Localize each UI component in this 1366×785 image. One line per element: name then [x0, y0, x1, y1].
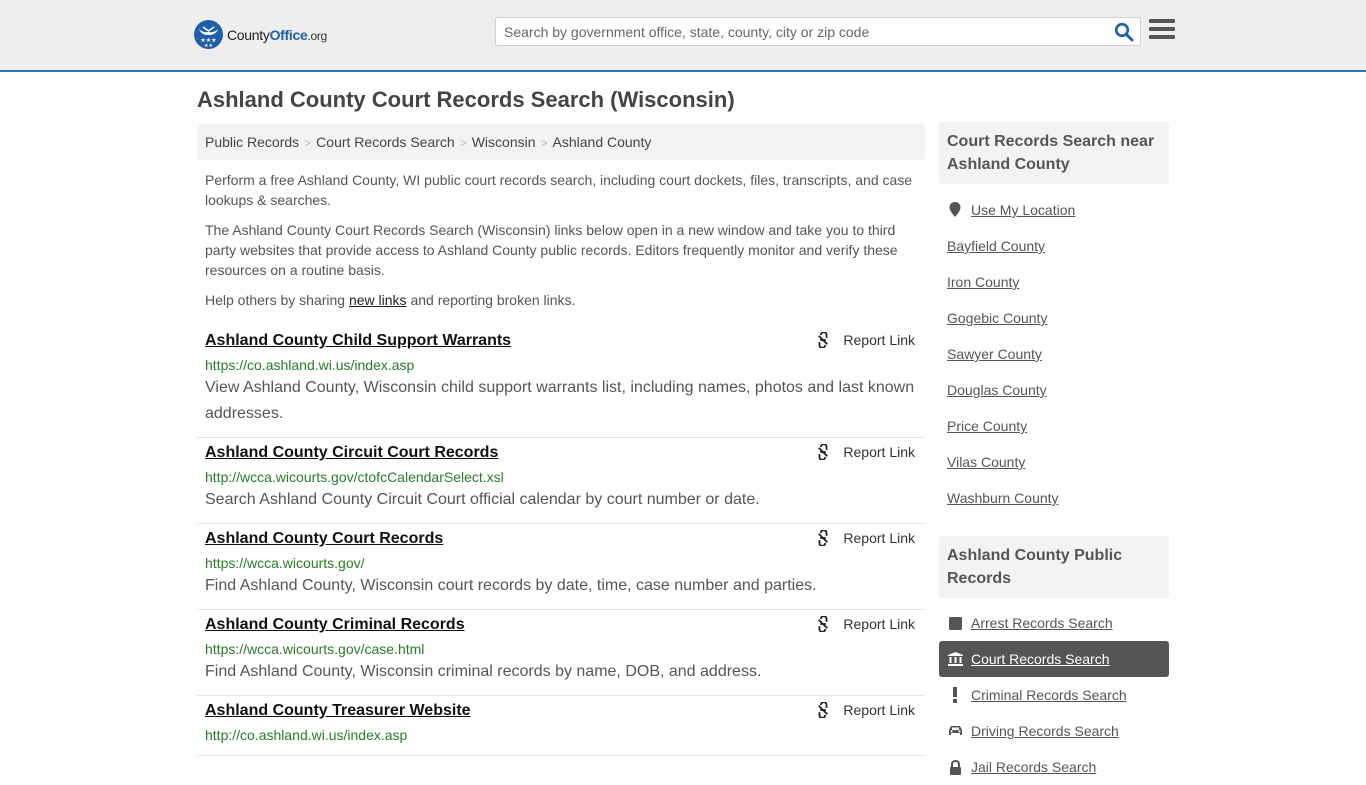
svg-text:★★: ★★: [204, 43, 213, 49]
search-box: [495, 17, 1141, 46]
intro-text: Perform a free Ashland County, WI public…: [205, 170, 920, 320]
result-description: Find Ashland County, Wisconsin criminal …: [205, 663, 762, 680]
hamburger-menu-button[interactable]: [1149, 19, 1175, 43]
map-marker-icon: [947, 202, 963, 218]
broken-link-icon: [818, 332, 829, 348]
breadcrumb-wisconsin[interactable]: Wisconsin: [472, 134, 536, 150]
breadcrumb-ashland-county[interactable]: Ashland County: [553, 134, 652, 150]
report-link-button[interactable]: Report Link: [815, 332, 915, 348]
sidebar-item-arrest-records[interactable]: Arrest Records Search: [939, 605, 1169, 641]
menu-bar-icon: [1149, 27, 1175, 31]
nearby-county-item[interactable]: Douglas County: [939, 372, 1169, 408]
new-links-link[interactable]: new links: [349, 292, 407, 308]
nearby-county-item[interactable]: Iron County: [939, 264, 1169, 300]
result-item: Ashland County Circuit Court Records Rep…: [197, 438, 925, 524]
site-logo[interactable]: ★★★ ★★ CountyOffice.org: [194, 20, 327, 49]
broken-link-icon: [818, 444, 829, 460]
sidebar-item-jail-records[interactable]: Jail Records Search: [939, 749, 1169, 785]
site-header: ★★★ ★★ CountyOffice.org: [0, 0, 1366, 72]
search-icon: [1114, 22, 1134, 42]
search-button[interactable]: [1114, 22, 1134, 42]
breadcrumb-separator: >: [304, 136, 312, 150]
result-item: Ashland County Treasurer Website Report …: [197, 696, 925, 756]
public-records-heading: Ashland County Public Records: [939, 536, 1169, 598]
nearby-county-link[interactable]: Douglas County: [947, 382, 1047, 398]
breadcrumb-public-records[interactable]: Public Records: [205, 134, 299, 150]
sidebar-item-driving-records[interactable]: Driving Records Search: [939, 713, 1169, 749]
broken-link-icon: [818, 530, 829, 546]
nearby-county-item[interactable]: Vilas County: [939, 444, 1169, 480]
car-icon: [947, 723, 963, 739]
sidebar-item-criminal-records[interactable]: Criminal Records Search: [939, 677, 1169, 713]
nearby-county-item[interactable]: Washburn County: [939, 480, 1169, 516]
result-url: http://co.ashland.wi.us/index.asp: [205, 727, 408, 743]
use-my-location-link[interactable]: Use My Location: [971, 202, 1075, 218]
result-url: https://wcca.wicourts.gov/: [205, 555, 365, 571]
nearby-county-link[interactable]: Price County: [947, 418, 1027, 434]
result-title-link[interactable]: Ashland County Circuit Court Records: [205, 442, 498, 464]
nearby-list: Use My Location Bayfield County Iron Cou…: [939, 192, 1169, 516]
nearby-county-link[interactable]: Washburn County: [947, 490, 1059, 506]
breadcrumb-separator: >: [540, 136, 548, 150]
breadcrumb-separator: >: [459, 136, 467, 150]
result-title-link[interactable]: Ashland County Child Support Warrants: [205, 330, 511, 352]
intro-paragraph-1: Perform a free Ashland County, WI public…: [205, 172, 913, 208]
result-url: https://wcca.wicourts.gov/case.html: [205, 641, 425, 657]
nearby-county-link[interactable]: Sawyer County: [947, 346, 1042, 362]
result-title-link[interactable]: Ashland County Treasurer Website: [205, 700, 471, 722]
nearby-county-link[interactable]: Gogebic County: [947, 310, 1047, 326]
public-records-list: Arrest Records Search Court Records Sear…: [939, 605, 1169, 785]
broken-link-icon: [818, 702, 829, 718]
result-item: Ashland County Child Support Warrants Re…: [197, 326, 925, 438]
nearby-county-item[interactable]: Sawyer County: [939, 336, 1169, 372]
nearby-county-link[interactable]: Bayfield County: [947, 238, 1045, 254]
intro-paragraph-2: The Ashland County Court Records Search …: [205, 222, 898, 278]
use-my-location-item[interactable]: Use My Location: [939, 192, 1169, 228]
nearby-county-item[interactable]: Bayfield County: [939, 228, 1169, 264]
result-item: Ashland County Criminal Records Report L…: [197, 610, 925, 696]
square-icon: [947, 615, 963, 631]
result-description: Search Ashland County Circuit Court offi…: [205, 491, 760, 508]
menu-bar-icon: [1149, 35, 1175, 39]
menu-bar-icon: [1149, 19, 1175, 23]
report-link-button[interactable]: Report Link: [815, 702, 915, 718]
nearby-county-link[interactable]: Vilas County: [947, 454, 1025, 470]
report-link-button[interactable]: Report Link: [815, 444, 915, 460]
sidebar-item-court-records[interactable]: Court Records Search: [939, 641, 1169, 677]
breadcrumb-court-records-search[interactable]: Court Records Search: [316, 134, 455, 150]
report-link-button[interactable]: Report Link: [815, 616, 915, 632]
logo-badge-icon: ★★★ ★★: [194, 20, 223, 49]
result-url: http://wcca.wicourts.gov/ctofcCalendarSe…: [205, 469, 504, 485]
nearby-county-item[interactable]: Price County: [939, 408, 1169, 444]
results-list: Ashland County Child Support Warrants Re…: [197, 326, 925, 756]
result-description: Find Ashland County, Wisconsin court rec…: [205, 577, 817, 594]
result-title-link[interactable]: Ashland County Court Records: [205, 528, 443, 550]
breadcrumb: Public Records > Court Records Search > Wisc…: [197, 124, 925, 160]
nearby-county-item[interactable]: Gogebic County: [939, 300, 1169, 336]
intro-paragraph-3: Help others by sharing new links and rep…: [205, 292, 576, 308]
lock-icon: [947, 759, 963, 775]
result-url: https://co.ashland.wi.us/index.asp: [205, 357, 415, 373]
logo-text: CountyOffice.org: [227, 26, 327, 43]
exclamation-icon: [947, 687, 963, 703]
report-link-button[interactable]: Report Link: [815, 530, 915, 546]
result-item: Ashland County Court Records Report Link…: [197, 524, 925, 610]
nearby-heading: Court Records Search near Ashland County: [939, 122, 1169, 184]
courthouse-icon: [947, 651, 963, 667]
broken-link-icon: [818, 616, 829, 632]
search-input[interactable]: [496, 18, 1106, 45]
result-description: View Ashland County, Wisconsin child sup…: [205, 379, 915, 422]
page-title: Ashland County Court Records Search (Wis…: [197, 87, 735, 112]
result-title-link[interactable]: Ashland County Criminal Records: [205, 614, 465, 636]
nearby-county-link[interactable]: Iron County: [947, 274, 1019, 290]
